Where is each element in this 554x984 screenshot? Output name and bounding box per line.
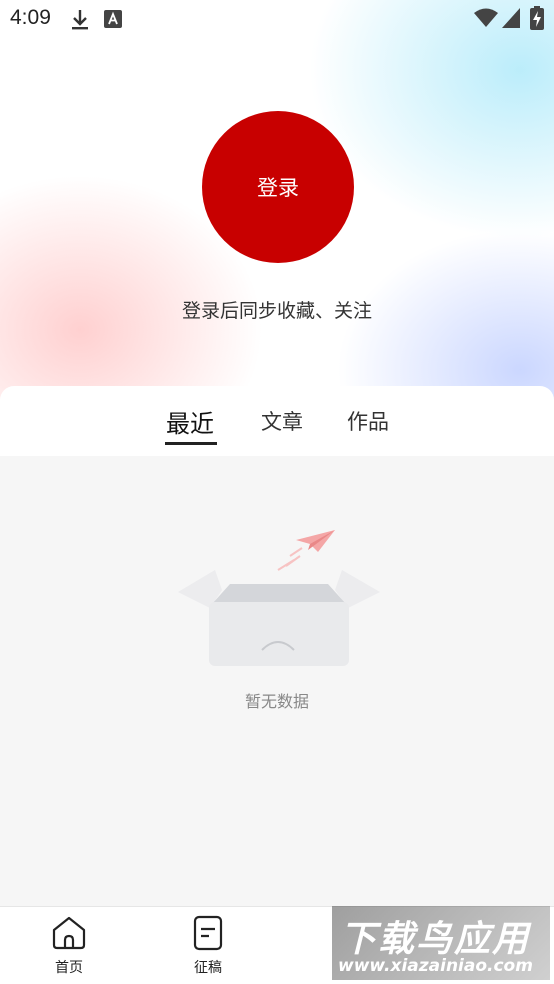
status-time: 4:09 — [10, 6, 51, 29]
download-icon — [70, 8, 90, 36]
battery-charging-icon — [530, 6, 544, 34]
signal-icon — [502, 8, 520, 32]
nav-home-label: 首页 — [55, 960, 83, 976]
status-bar: 4:09 — [0, 0, 554, 40]
watermark-title: 下载鸟应用 — [340, 919, 531, 960]
empty-box-paper-plane-icon — [178, 530, 380, 666]
watermark-logo: 下载鸟应用 www.xiazainiao.com — [332, 906, 550, 980]
tab-works[interactable]: 作品 — [347, 406, 389, 436]
content-area: 暂无数据 — [0, 456, 554, 906]
tab-articles[interactable]: 文章 — [261, 406, 303, 436]
a-keyboard-icon — [104, 10, 122, 32]
login-hint: 登录后同步收藏、关注 — [181, 300, 372, 322]
nav-home[interactable]: 首页 — [34, 915, 104, 977]
empty-state-text: 暂无数据 — [244, 692, 309, 711]
app-screen: 4:09 登录 登录后同步收藏、关注 最近 文章 作品 暂无数据 首页 征稿 下… — [0, 0, 554, 984]
wifi-icon — [474, 8, 498, 32]
login-button[interactable]: 登录 — [202, 111, 354, 263]
nav-submissions[interactable]: 征稿 — [173, 915, 243, 977]
home-icon — [52, 916, 86, 950]
tab-recent[interactable]: 最近 — [166, 404, 214, 439]
active-tab-indicator — [165, 442, 217, 445]
watermark-subtitle: www.xiazainiao.com — [338, 956, 533, 976]
login-button-label: 登录 — [257, 176, 299, 200]
nav-submissions-label: 征稿 — [194, 960, 222, 976]
tab-bar: 最近 文章 作品 — [0, 386, 554, 456]
document-icon — [193, 915, 223, 951]
